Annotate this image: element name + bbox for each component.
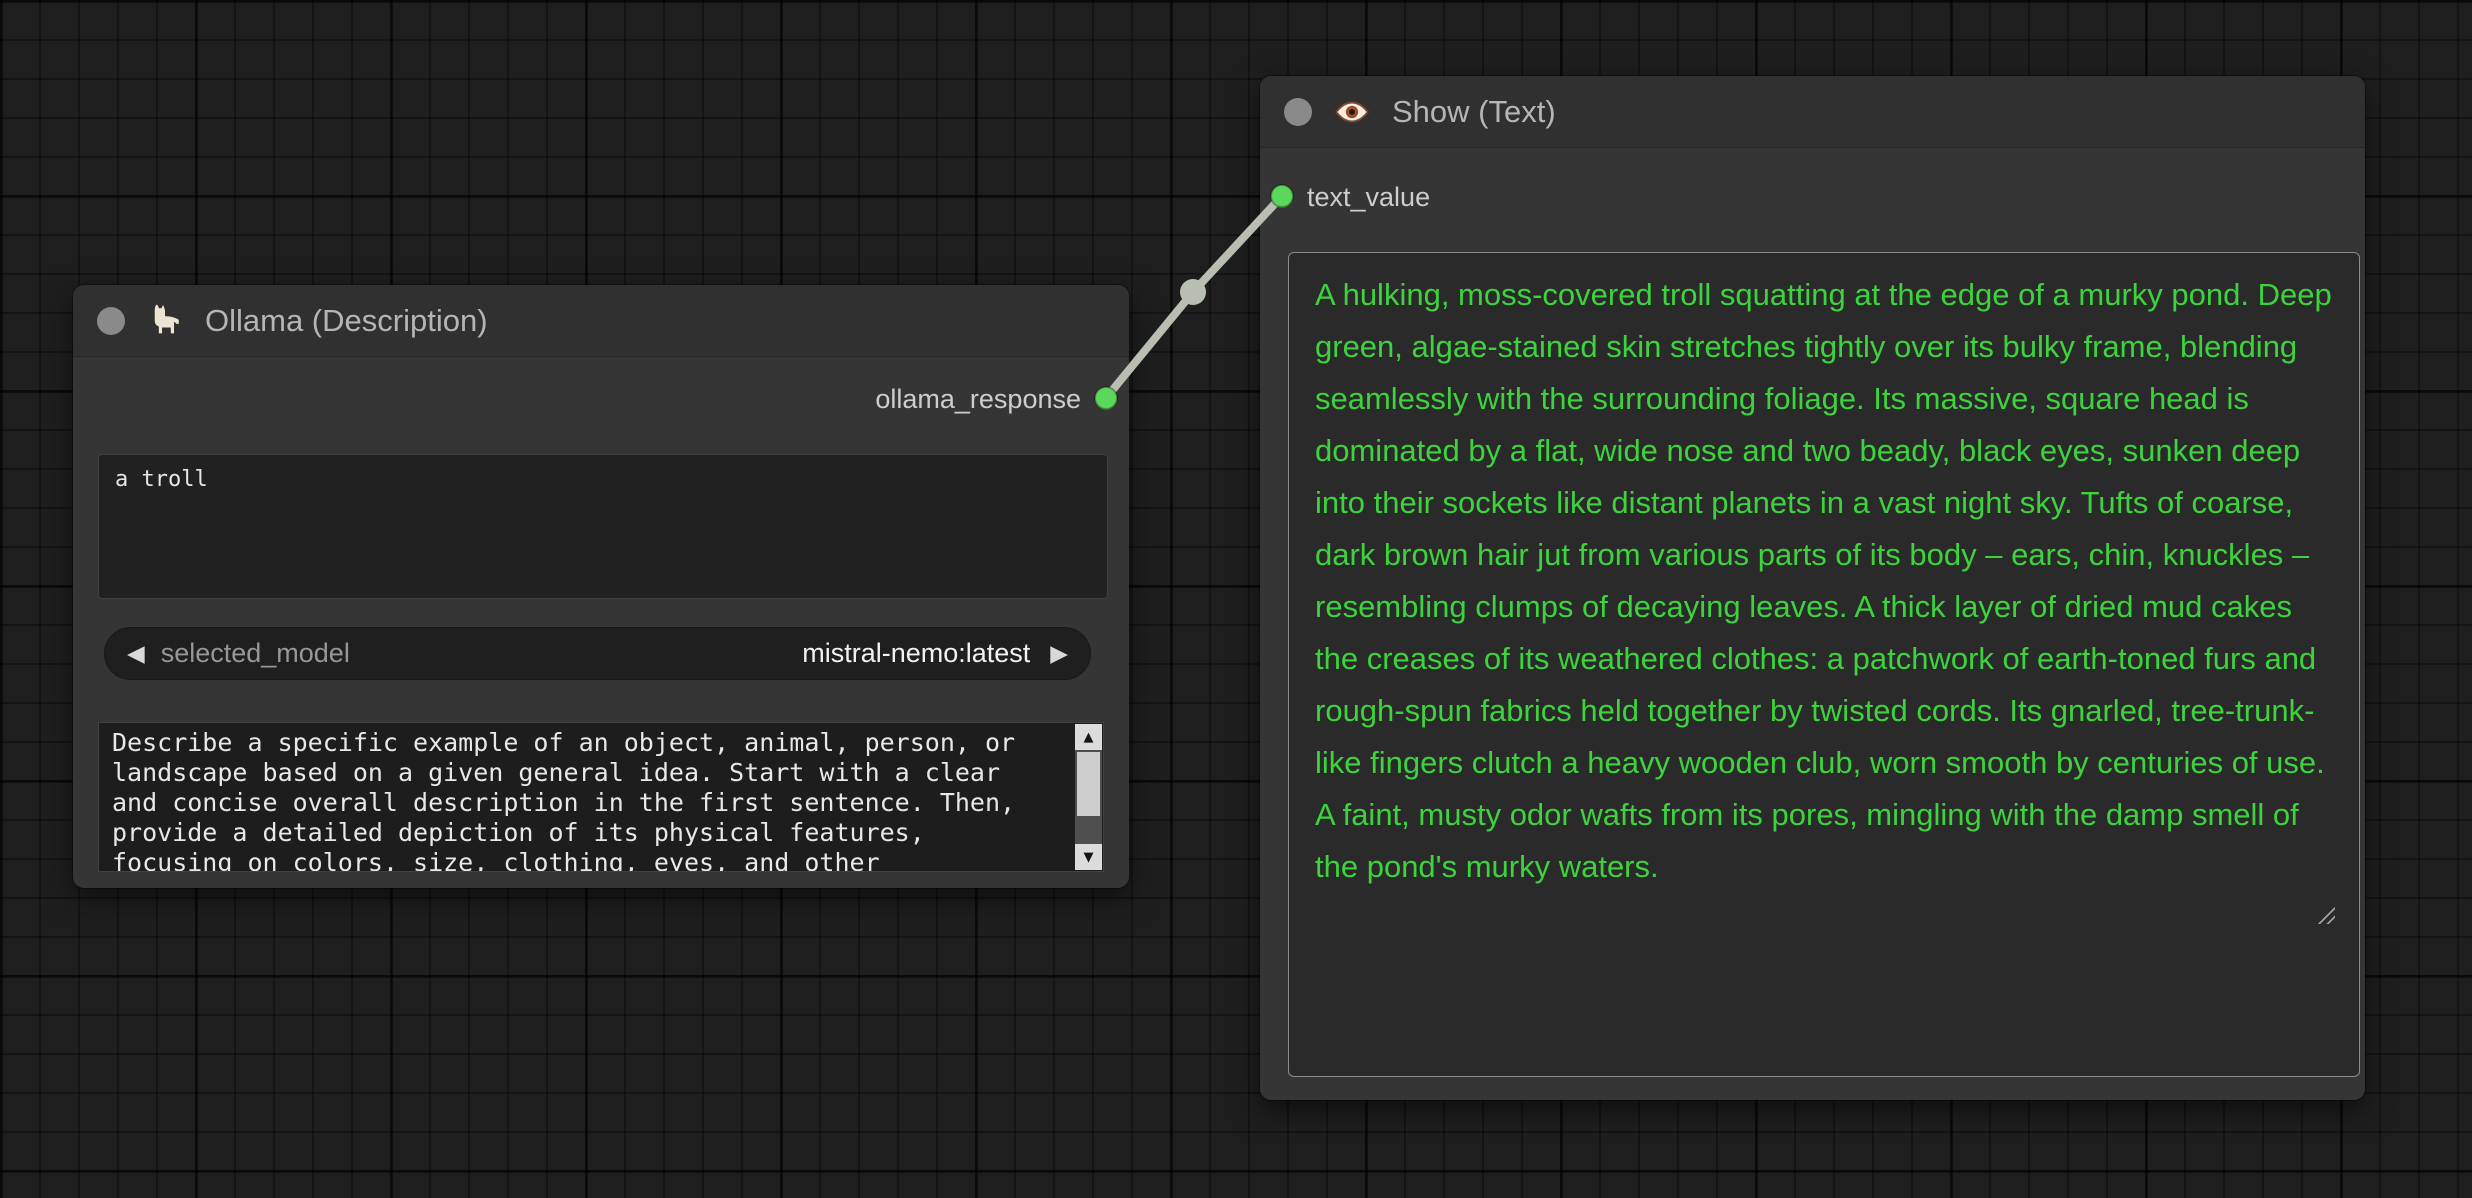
llama-icon <box>145 301 185 341</box>
scrollbar[interactable]: ▲ ▼ <box>1075 724 1102 870</box>
output-slot-label: ollama_response <box>875 383 1081 414</box>
output-slot-ollama-response[interactable]: ollama_response <box>875 381 1117 417</box>
output-slot-dot[interactable] <box>1095 388 1117 410</box>
node-status-dot[interactable] <box>97 306 125 335</box>
model-widget-value: mistral-nemo:latest <box>802 638 1031 668</box>
model-next-arrow-icon[interactable]: ▶ <box>1050 642 1068 665</box>
system-prompt-textarea[interactable]: Describe a specific example of an object… <box>98 722 1104 872</box>
node-show-text[interactable]: Show (Text) text_value A hulking, moss-c… <box>1260 76 2365 1100</box>
node-status-dot[interactable] <box>1284 97 1312 126</box>
selected-model-widget[interactable]: ◀ selected_model mistral-nemo:latest ▶ <box>104 627 1091 680</box>
eye-icon <box>1332 92 1372 132</box>
link-reroute-dot[interactable] <box>1180 279 1206 305</box>
scrollbar-track[interactable] <box>1075 750 1102 844</box>
input-slot-label: text_value <box>1307 181 1431 212</box>
input-slot-dot[interactable] <box>1271 186 1293 208</box>
node-title: Ollama (Description) <box>205 302 488 338</box>
model-widget-label: selected_model <box>160 638 350 668</box>
scrollbar-thumb[interactable] <box>1077 752 1100 816</box>
link-ollama-response-to-text-value[interactable] <box>1102 192 1286 402</box>
node-title: Show (Text) <box>1392 93 1556 129</box>
scroll-up-icon[interactable]: ▲ <box>1075 724 1102 750</box>
system-prompt-text: Describe a specific example of an object… <box>112 728 1031 872</box>
input-slot-text-value[interactable]: text_value <box>1271 179 1430 215</box>
node-ollama-description[interactable]: Ollama (Description) ollama_response a t… <box>73 285 1129 888</box>
text-prompt-input[interactable]: a troll <box>98 454 1108 599</box>
show-text-output[interactable]: A hulking, moss-covered troll squatting … <box>1288 252 2360 1077</box>
scroll-down-icon[interactable]: ▼ <box>1075 844 1102 870</box>
node-title-bar[interactable]: Show (Text) <box>1260 76 2365 148</box>
node-title-bar[interactable]: Ollama (Description) <box>73 285 1129 357</box>
model-prev-arrow-icon[interactable]: ◀ <box>127 642 145 665</box>
